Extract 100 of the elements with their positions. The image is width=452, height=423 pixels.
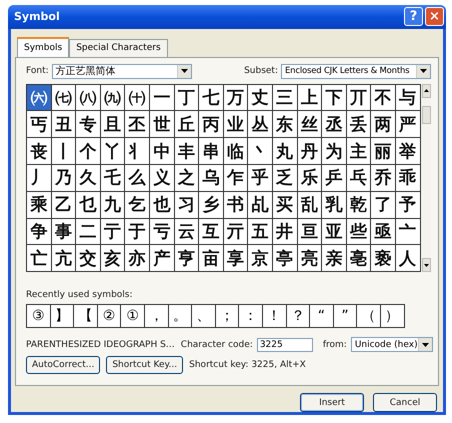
from-dropdown[interactable]: Unicode (hex) — [350, 337, 433, 352]
recent-symbol-cell[interactable]: ” — [334, 305, 356, 328]
symbol-cell[interactable]: 亭 — [272, 245, 297, 272]
symbol-cell[interactable]: 乎 — [248, 165, 272, 191]
symbol-cell[interactable]: 亮 — [298, 245, 322, 272]
symbol-cell[interactable]: 五 — [248, 218, 272, 244]
symbol-cell[interactable]: 丞 — [322, 111, 346, 138]
symbol-cell[interactable]: 书 — [224, 192, 248, 218]
symbol-cell[interactable]: ㈥ — [27, 84, 51, 110]
symbol-cell[interactable]: 丈 — [248, 84, 272, 110]
symbol-cell[interactable]: 些 — [346, 218, 370, 244]
symbol-cell[interactable]: 乍 — [224, 165, 248, 191]
symbol-cell[interactable]: 乳 — [322, 192, 346, 218]
symbol-cell[interactable]: 丙 — [199, 111, 223, 138]
recent-symbol-cell[interactable]: ？ — [286, 305, 310, 328]
tab[interactable]: Symbols — [17, 36, 70, 57]
symbol-cell[interactable]: 七 — [199, 84, 223, 110]
symbol-cell[interactable]: 一 — [150, 84, 174, 110]
symbol-cell[interactable]: 亦 — [125, 245, 149, 272]
symbol-cell[interactable]: 乃 — [52, 165, 76, 191]
recent-symbol-cell[interactable]: ， — [144, 305, 168, 328]
symbol-cell[interactable]: 亢 — [52, 245, 76, 272]
symbol-cell[interactable]: 业 — [224, 111, 248, 138]
symbol-cell[interactable]: 丨 — [52, 138, 76, 164]
close-button[interactable]: × — [425, 7, 444, 26]
symbol-cell[interactable]: 亏 — [150, 218, 174, 244]
recent-symbol-cell[interactable]: （ — [357, 305, 380, 328]
symbol-cell[interactable]: 乓 — [346, 165, 370, 191]
symbol-cell[interactable]: 予 — [396, 192, 420, 218]
symbol-cell[interactable]: 世 — [150, 111, 174, 138]
symbol-cell[interactable]: 交 — [76, 245, 100, 272]
help-button[interactable]: ? — [404, 7, 423, 26]
symbol-cell[interactable]: 事 — [52, 218, 76, 244]
symbol-cell[interactable]: 乾 — [346, 192, 370, 218]
symbol-cell[interactable]: 下 — [322, 84, 346, 110]
symbol-cell[interactable]: 乖 — [396, 165, 420, 191]
symbol-cell[interactable]: 之 — [174, 165, 198, 191]
symbol-cell[interactable]: 乡 — [199, 192, 223, 218]
recent-symbol-cell[interactable]: ② — [98, 305, 120, 328]
symbol-cell[interactable]: 串 — [199, 138, 223, 164]
symbol-cell[interactable]: ㈦ — [52, 84, 76, 110]
symbol-cell[interactable]: 义 — [150, 165, 174, 191]
symbol-cell[interactable]: 亍 — [100, 218, 124, 244]
tab[interactable]: Special Characters — [69, 38, 168, 57]
symbol-cell[interactable]: 亘 — [298, 218, 322, 244]
symbol-cell[interactable]: 也 — [150, 192, 174, 218]
symbol-cell[interactable]: 丬 — [125, 138, 149, 164]
symbol-cell[interactable]: 乱 — [298, 192, 322, 218]
cancel-button[interactable]: Cancel — [373, 393, 437, 412]
symbol-cell[interactable]: 丹 — [298, 138, 322, 164]
symbol-cell[interactable]: 丑 — [52, 111, 76, 138]
symbol-cell[interactable]: 个 — [76, 138, 100, 164]
scrollbar[interactable] — [422, 84, 431, 272]
recent-symbol-cell[interactable]: ① — [121, 305, 144, 328]
symbol-cell[interactable]: 亩 — [199, 245, 223, 272]
symbol-cell[interactable]: 中 — [150, 138, 174, 164]
symbol-cell[interactable]: 丰 — [174, 138, 198, 164]
symbol-cell[interactable]: 乒 — [322, 165, 346, 191]
symbol-cell[interactable]: 与 — [396, 84, 420, 110]
symbol-cell[interactable]: 亚 — [322, 218, 346, 244]
symbol-cell[interactable]: 乌 — [199, 165, 223, 191]
symbol-cell[interactable]: 亟 — [371, 218, 395, 244]
symbol-cell[interactable]: ㈩ — [125, 84, 149, 110]
symbol-cell[interactable]: 乜 — [76, 192, 100, 218]
recent-symbol-cell[interactable]: ： — [239, 305, 262, 328]
recent-symbol-cell[interactable]: 【 — [74, 305, 97, 328]
recent-symbol-cell[interactable]: ； — [216, 305, 238, 328]
shortcut-key-button[interactable]: Shortcut Key... — [106, 356, 184, 374]
symbol-cell[interactable]: 丫 — [100, 138, 124, 164]
symbol-cell[interactable]: 乔 — [371, 165, 395, 191]
symbol-cell[interactable]: 乏 — [272, 165, 297, 191]
symbol-cell[interactable]: 为 — [322, 138, 346, 164]
symbol-cell[interactable]: 亲 — [322, 245, 346, 272]
symbol-cell[interactable]: 丸 — [272, 138, 297, 164]
recent-symbol-cell[interactable]: 、 — [192, 305, 215, 328]
symbol-cell[interactable]: 享 — [224, 245, 248, 272]
insert-button[interactable]: Insert — [300, 393, 364, 412]
symbol-cell[interactable]: 丢 — [346, 111, 370, 138]
symbol-cell[interactable]: 临 — [224, 138, 248, 164]
symbol-cell[interactable]: 丕 — [125, 111, 149, 138]
symbol-cell[interactable]: 乙 — [52, 192, 76, 218]
symbol-cell[interactable]: 于 — [125, 218, 149, 244]
symbol-cell[interactable]: 丶 — [248, 138, 272, 164]
symbol-cell[interactable]: 举 — [396, 138, 420, 164]
symbol-cell[interactable]: 京 — [248, 245, 272, 272]
symbol-cell[interactable]: 专 — [76, 111, 100, 138]
symbol-cell[interactable]: 上 — [298, 84, 322, 110]
symbol-cell[interactable]: 乞 — [125, 192, 149, 218]
symbol-cell[interactable]: 丽 — [371, 138, 395, 164]
symbol-cell[interactable]: ㈧ — [76, 84, 100, 110]
symbol-cell[interactable]: 亓 — [224, 218, 248, 244]
symbol-cell[interactable]: 买 — [272, 192, 297, 218]
symbol-cell[interactable]: 丐 — [27, 111, 51, 138]
symbol-cell[interactable]: 亨 — [174, 245, 198, 272]
symbol-cell[interactable]: ㈨ — [100, 84, 124, 110]
symbol-cell[interactable]: 产 — [150, 245, 174, 272]
symbol-cell[interactable]: 三 — [272, 84, 297, 110]
symbol-cell[interactable]: 乩 — [248, 192, 272, 218]
symbol-cell[interactable]: 井 — [272, 218, 297, 244]
symbol-cell[interactable]: 人 — [396, 245, 420, 272]
